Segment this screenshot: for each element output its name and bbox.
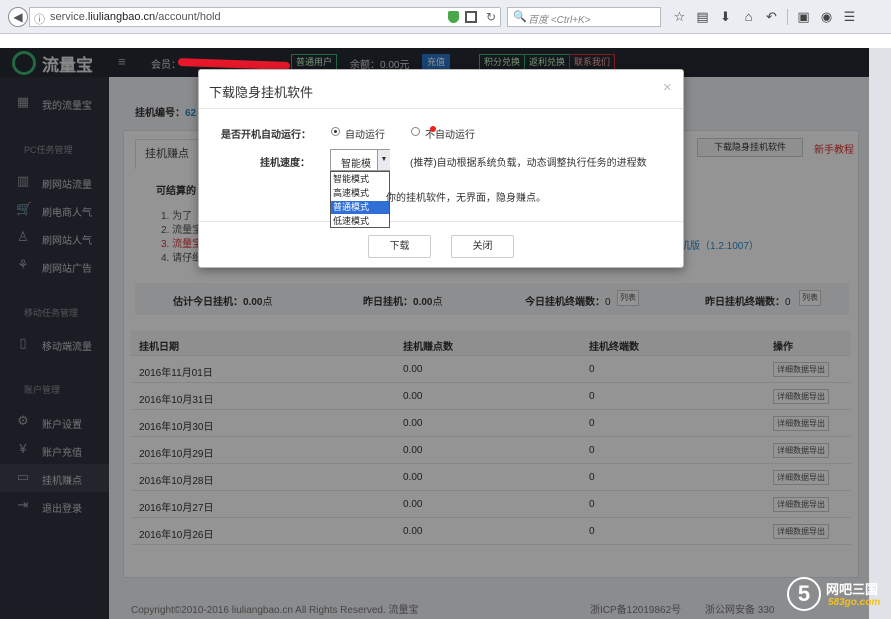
bookmark-star-icon[interactable]: ☆ bbox=[668, 7, 691, 27]
undo-icon[interactable]: ↶ bbox=[760, 7, 783, 27]
page-scroll-gutter bbox=[869, 48, 891, 619]
menu-icon[interactable]: ☰ bbox=[838, 7, 861, 27]
reading-list-icon[interactable]: ▤ bbox=[691, 7, 714, 27]
address-bar[interactable]: ⓘ service.liuliangbao.cn/account/hold ↻ bbox=[29, 7, 501, 27]
close-icon[interactable]: × bbox=[663, 79, 672, 96]
close-button[interactable]: 关闭 bbox=[451, 235, 514, 258]
download-button[interactable]: 下载 bbox=[368, 235, 431, 258]
download-icon[interactable]: ⬇ bbox=[714, 7, 737, 27]
reload-icon[interactable]: ↻ bbox=[486, 10, 496, 24]
qr-code-icon[interactable] bbox=[465, 11, 477, 23]
speed-description: (推荐)自动根据系统负载，动态调整执行任务的进程数 bbox=[410, 158, 647, 169]
autostart-label: 是否开机自动运行： bbox=[221, 130, 311, 141]
speed-dropdown: 智能模式 高速模式 普通模式 低速模式 bbox=[330, 171, 390, 228]
speed-option-slow[interactable]: 低速模式 bbox=[331, 215, 389, 228]
software-description: 你的挂机软件，无界面，隐身赚点。 bbox=[386, 193, 546, 204]
home-icon[interactable]: ⌂ bbox=[737, 7, 760, 27]
speed-selected-value: 智能模 bbox=[341, 159, 371, 170]
chevron-down-icon[interactable]: ▼ bbox=[377, 150, 390, 170]
extension-icon[interactable]: ◉ bbox=[815, 7, 838, 27]
screenshot-icon[interactable]: ▣ bbox=[792, 7, 815, 27]
autostart-yes-label[interactable]: 自动运行 bbox=[345, 126, 385, 141]
search-placeholder: 百度 <Ctrl+K> bbox=[528, 15, 591, 26]
cursor-marker bbox=[430, 126, 436, 132]
speed-option-smart[interactable]: 智能模式 bbox=[331, 173, 389, 186]
watermark-url: 583go.com bbox=[828, 597, 881, 608]
search-icon: 🔍 bbox=[513, 11, 527, 23]
dialog-divider bbox=[199, 108, 683, 109]
speed-select[interactable]: 智能模 ▼ bbox=[330, 149, 390, 171]
watermark-title: 网吧三国 bbox=[826, 582, 879, 597]
speed-option-fast[interactable]: 高速模式 bbox=[331, 187, 389, 200]
dialog-title: 下载隐身挂机软件 bbox=[209, 85, 314, 100]
dialog-footer-divider bbox=[199, 221, 683, 222]
toolbar-divider bbox=[787, 9, 788, 25]
autostart-radio-no[interactable] bbox=[411, 127, 420, 136]
speed-option-normal[interactable]: 普通模式 bbox=[331, 201, 389, 214]
shield-icon[interactable] bbox=[448, 11, 459, 23]
info-icon[interactable]: ⓘ bbox=[34, 11, 45, 27]
browser-tools: ☆ ▤ ⬇ ⌂ ↶ ▣ ◉ ☰ bbox=[668, 7, 861, 27]
back-icon[interactable]: ◀ bbox=[8, 7, 28, 27]
url-text: service.liuliangbao.cn/account/hold bbox=[50, 11, 221, 23]
browser-toolbar: ◀ ⓘ service.liuliangbao.cn/account/hold … bbox=[0, 0, 891, 34]
search-input[interactable]: 🔍 百度 <Ctrl+K> bbox=[507, 7, 661, 27]
speed-label: 挂机速度： bbox=[260, 158, 310, 169]
autostart-radio-yes[interactable] bbox=[331, 127, 340, 136]
watermark-logo: 5 bbox=[787, 577, 821, 611]
